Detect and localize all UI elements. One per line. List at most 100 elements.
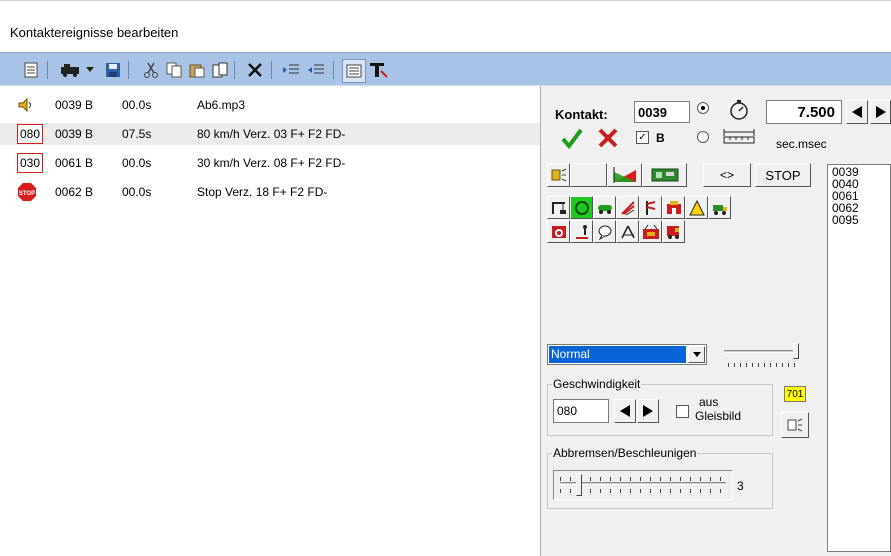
- event-text: 80 km/h Verz. 03 F+ F2 FD-: [197, 127, 346, 141]
- speed-increase-button[interactable]: [637, 399, 659, 423]
- slider-ticks: [728, 363, 798, 367]
- speech-bubble-icon[interactable]: [593, 220, 616, 243]
- speed-group-label: Geschwindigkeit: [552, 377, 642, 391]
- document-icon[interactable]: [20, 59, 42, 81]
- slider-thumb[interactable]: [576, 474, 582, 496]
- blank-button[interactable]: [570, 163, 607, 187]
- crate-icon[interactable]: [639, 220, 662, 243]
- indent-icon[interactable]: [280, 59, 302, 81]
- b-checkbox[interactable]: ✓: [636, 131, 649, 144]
- list-item[interactable]: 030 0061 B 00.0s 30 km/h Verz. 08 F+ F2 …: [0, 152, 540, 174]
- time-input[interactable]: 7.500: [766, 100, 842, 124]
- stop-button[interactable]: STOP: [755, 163, 811, 187]
- brake-value: 3: [737, 479, 744, 493]
- mode-select-value: Normal: [549, 346, 686, 363]
- list-item[interactable]: STOP 0062 B 00.0s Stop Verz. 18 F+ F2 FD…: [0, 181, 540, 203]
- slider-thumb[interactable]: [793, 343, 799, 359]
- stop-icon-label: STOP: [19, 191, 35, 197]
- decoder-board-icon[interactable]: [642, 163, 687, 187]
- save-icon[interactable]: [102, 59, 124, 81]
- time-mode-radio[interactable]: [697, 102, 709, 114]
- speed-decrease-button[interactable]: [614, 399, 636, 423]
- delete-icon[interactable]: [244, 59, 266, 81]
- event-list: 0039 B 00.0s Ab6.mp3 080 0039 B 07.5s 80…: [0, 86, 541, 556]
- warning-triangle-icon[interactable]: [685, 196, 708, 219]
- event-contact: 0061 B: [55, 156, 94, 170]
- signal-icon[interactable]: [639, 196, 662, 219]
- confirm-checkmark-icon[interactable]: [561, 127, 583, 150]
- nav-button[interactable]: <>: [703, 163, 751, 187]
- contact-list-item[interactable]: 0095: [832, 214, 890, 226]
- compass-icon[interactable]: [616, 220, 639, 243]
- wagon-icon[interactable]: [662, 220, 685, 243]
- arrow-right-icon: [875, 106, 886, 118]
- car-icon[interactable]: [593, 196, 616, 219]
- truck-icon[interactable]: [708, 196, 731, 219]
- list-view-icon[interactable]: [342, 59, 366, 83]
- speaker-icon: [18, 97, 34, 113]
- event-text: Ab6.mp3: [197, 98, 246, 112]
- toolbar-separator: [271, 61, 272, 79]
- speed-badge: 080: [17, 124, 44, 144]
- from-track-label-1: aus: [699, 395, 719, 409]
- contact-input[interactable]: 0039: [634, 101, 690, 123]
- event-contact: 0062 B: [55, 185, 94, 199]
- crossing-gate-icon[interactable]: [662, 196, 685, 219]
- speed-ramp-icon[interactable]: [607, 163, 642, 187]
- b-label: B: [656, 131, 665, 145]
- time-decrease-button[interactable]: [846, 100, 868, 124]
- figure-icon[interactable]: [570, 220, 593, 243]
- speed-input[interactable]: 080: [553, 399, 609, 423]
- stopwatch-icon: [728, 99, 752, 121]
- paste-special-icon[interactable]: [209, 59, 231, 81]
- arrow-right-icon: [643, 405, 653, 417]
- outdent-icon[interactable]: [305, 59, 327, 81]
- list-item[interactable]: 080 0039 B 07.5s 80 km/h Verz. 03 F+ F2 …: [0, 123, 540, 145]
- slider-track: [560, 482, 726, 485]
- cancel-x-icon[interactable]: [597, 127, 619, 149]
- stop-icon: STOP: [18, 183, 36, 201]
- copy-icon[interactable]: [163, 59, 185, 81]
- event-time: 07.5s: [122, 127, 152, 141]
- barrier-icon[interactable]: [616, 196, 639, 219]
- paste-icon[interactable]: [186, 59, 208, 81]
- arrow-left-icon: [620, 405, 630, 417]
- green-circle-icon[interactable]: [570, 196, 593, 219]
- event-contact: 0039 B: [55, 98, 94, 112]
- brake-slider[interactable]: [553, 470, 733, 500]
- ruler-icon: [722, 126, 756, 146]
- toolbar: [0, 52, 891, 86]
- level-slider[interactable]: [722, 343, 802, 369]
- crane-icon[interactable]: [547, 196, 570, 219]
- slider-ticks-bottom: [560, 489, 726, 493]
- event-text: 30 km/h Verz. 08 F+ F2 FD-: [197, 156, 346, 170]
- tool-t-icon[interactable]: [367, 59, 389, 81]
- cut-icon[interactable]: [140, 59, 162, 81]
- toolbar-separator: [128, 61, 129, 79]
- loco-icon[interactable]: [58, 59, 84, 81]
- contact-label: Kontakt:: [555, 107, 608, 122]
- window-titlebar: Kontaktereignisse bearbeiten: [0, 0, 891, 52]
- turntable-icon[interactable]: [547, 220, 570, 243]
- from-track-checkbox[interactable]: [676, 405, 689, 418]
- time-increase-button[interactable]: [870, 100, 891, 124]
- sound-function-icon[interactable]: [547, 163, 570, 187]
- window-title: Kontaktereignisse bearbeiten: [10, 25, 179, 40]
- chevron-down-icon[interactable]: [688, 346, 705, 363]
- contact-list[interactable]: 0039 0040 0061 0062 0095: [827, 164, 891, 552]
- event-text: Stop Verz. 18 F+ F2 FD-: [197, 185, 328, 199]
- slider-track: [724, 350, 798, 353]
- event-time: 00.0s: [122, 156, 152, 170]
- address-badge: 701: [784, 386, 806, 402]
- mode-select[interactable]: Normal: [547, 344, 707, 365]
- brake-group-label: Abbremsen/Beschleunigen: [552, 446, 698, 460]
- toolbar-separator: [234, 61, 235, 79]
- from-track-label-2: Gleisbild: [695, 409, 742, 423]
- distance-mode-radio[interactable]: [697, 131, 709, 143]
- decoder-sound-icon[interactable]: [781, 412, 809, 438]
- event-time: 00.0s: [122, 98, 152, 112]
- dropdown-arrow-icon[interactable]: [84, 59, 96, 81]
- toolbar-separator: [47, 61, 48, 79]
- event-contact: 0039 B: [55, 127, 94, 141]
- list-item[interactable]: 0039 B 00.0s Ab6.mp3: [0, 94, 540, 116]
